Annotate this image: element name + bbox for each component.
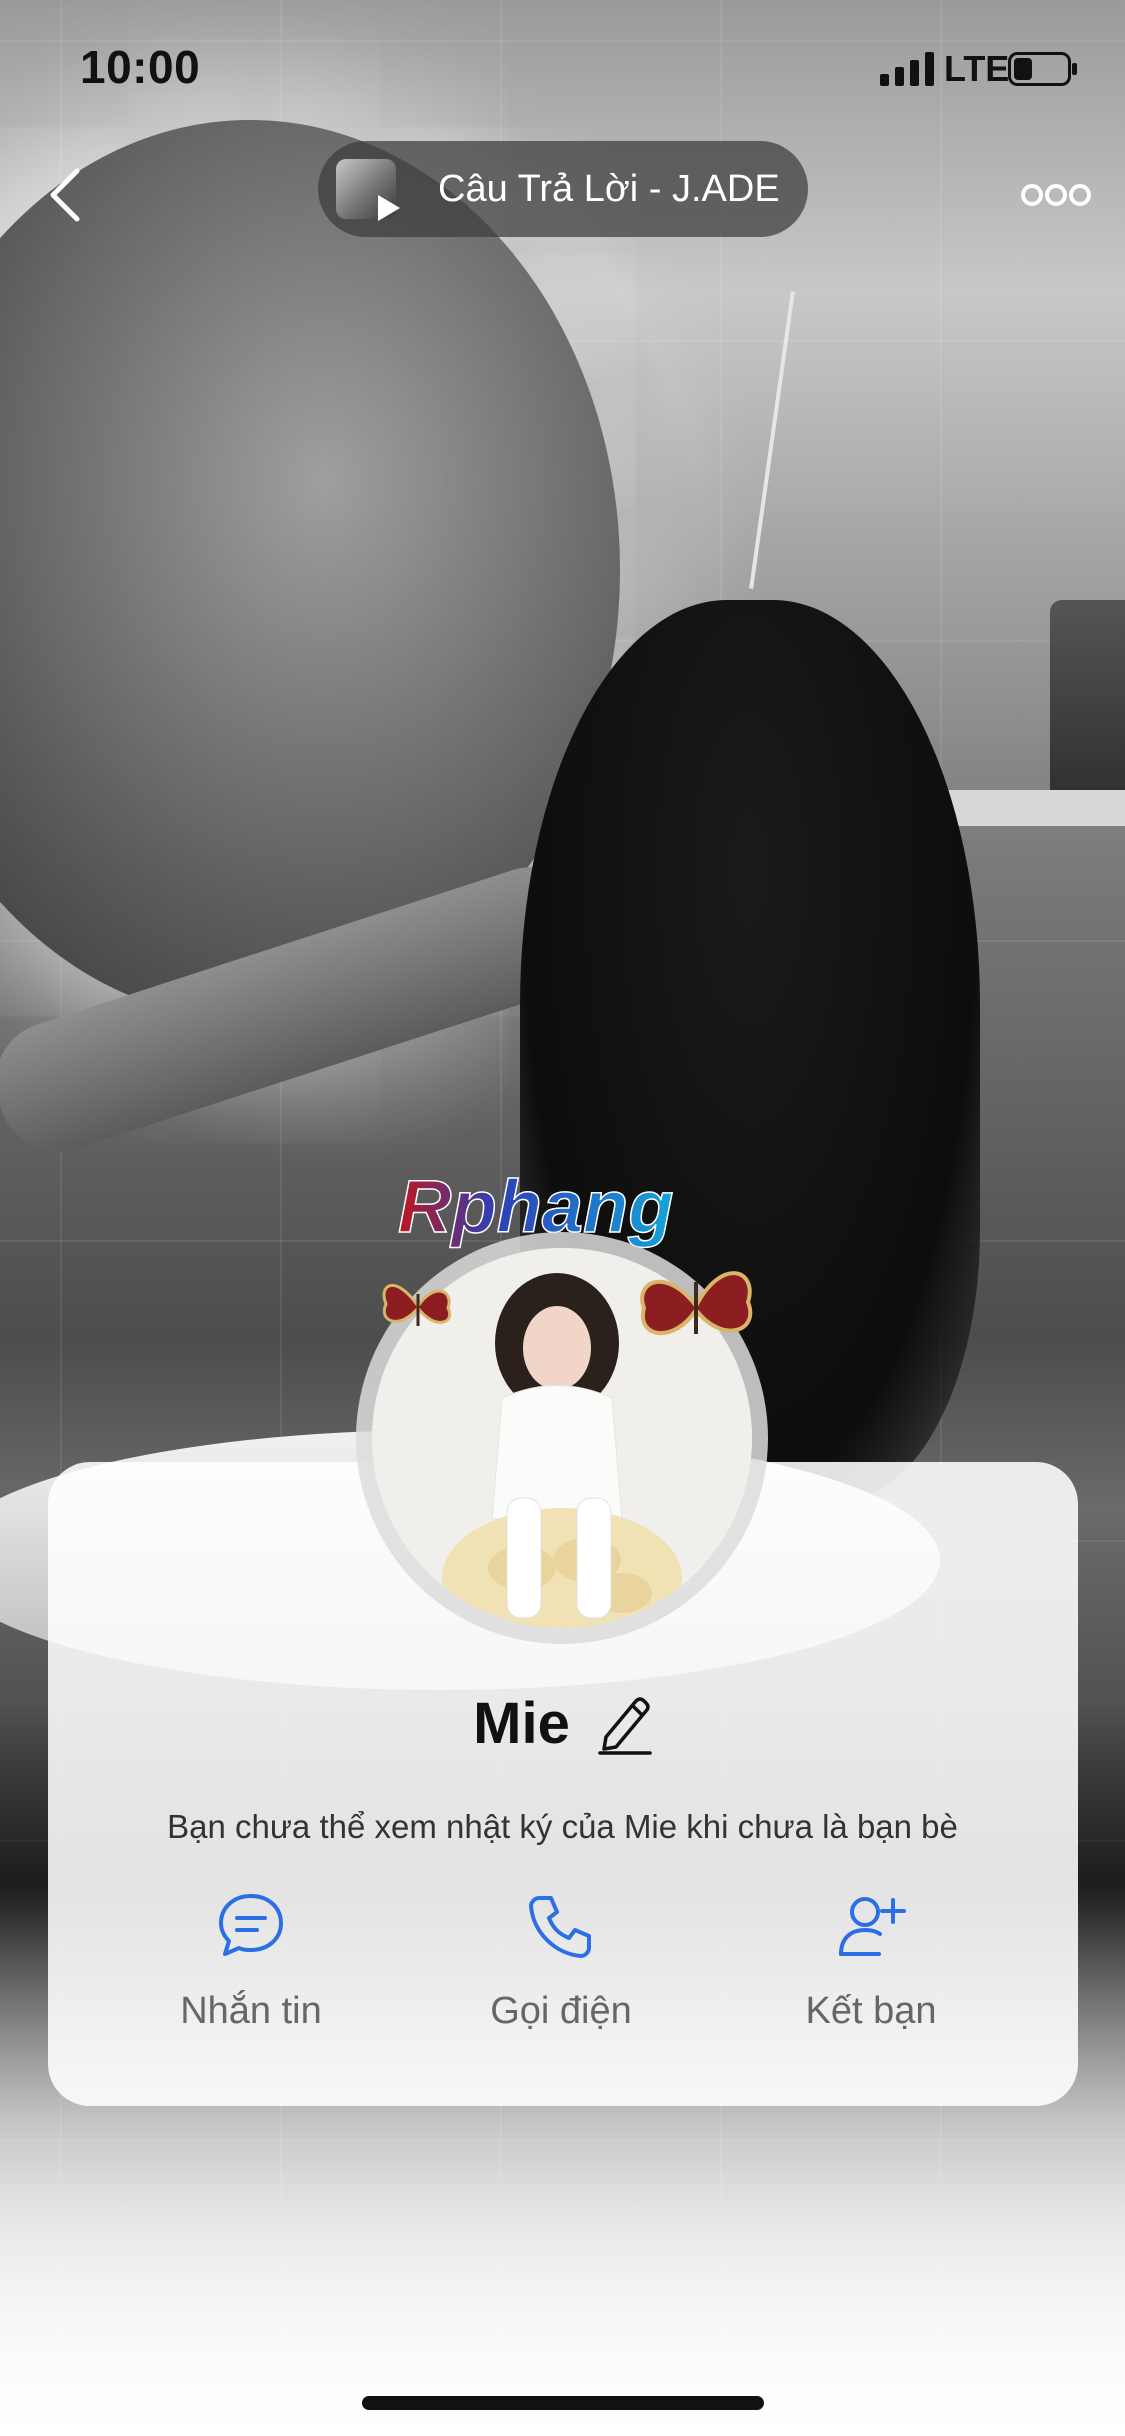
music-title: Câu Trả Lời - J.ADE <box>438 167 780 210</box>
chevron-left-icon <box>50 168 80 222</box>
butterfly-sticker <box>382 1283 452 1326</box>
shelf-bottle <box>1050 600 1125 800</box>
profile-name-row: Mie <box>0 1690 1125 1757</box>
back-button[interactable] <box>30 160 100 230</box>
add-user-icon <box>839 1897 906 1956</box>
profile-name: Mie <box>473 1691 570 1756</box>
call-label: Gọi điện <box>490 1990 632 2032</box>
signal-bars-icon <box>880 52 934 86</box>
message-button[interactable]: Nhắn tin <box>121 1890 381 2050</box>
phone-icon <box>529 1896 591 1958</box>
more-dots-icon <box>1021 184 1091 206</box>
pencil-icon[interactable] <box>596 1693 652 1755</box>
profile-screen: 10:00 LTE Câu Trả Lời - J.ADE Rphang Mie… <box>0 0 1125 2436</box>
call-button[interactable]: Gọi điện <box>431 1890 691 2050</box>
play-icon <box>378 195 400 221</box>
message-label: Nhắn tin <box>180 1990 322 2032</box>
status-bar: 10:00 LTE <box>0 0 1125 130</box>
profile-music-button[interactable]: Câu Trả Lời - J.ADE <box>318 141 808 237</box>
privacy-note: Bạn chưa thể xem nhật ký của Mie khi chư… <box>167 1808 958 1845</box>
battery-fill <box>1014 58 1032 80</box>
add-friend-button[interactable]: Kết bạn <box>741 1890 1001 2050</box>
network-label: LTE <box>944 48 1010 89</box>
chat-bubble-icon <box>219 1894 283 1956</box>
add-friend-label: Kết bạn <box>805 1990 937 2032</box>
more-options-button[interactable] <box>1016 170 1096 220</box>
home-indicator[interactable] <box>362 2396 764 2410</box>
butterfly-sticker <box>640 1271 753 1336</box>
status-time: 10:00 <box>80 41 201 93</box>
battery-icon <box>1008 52 1077 86</box>
